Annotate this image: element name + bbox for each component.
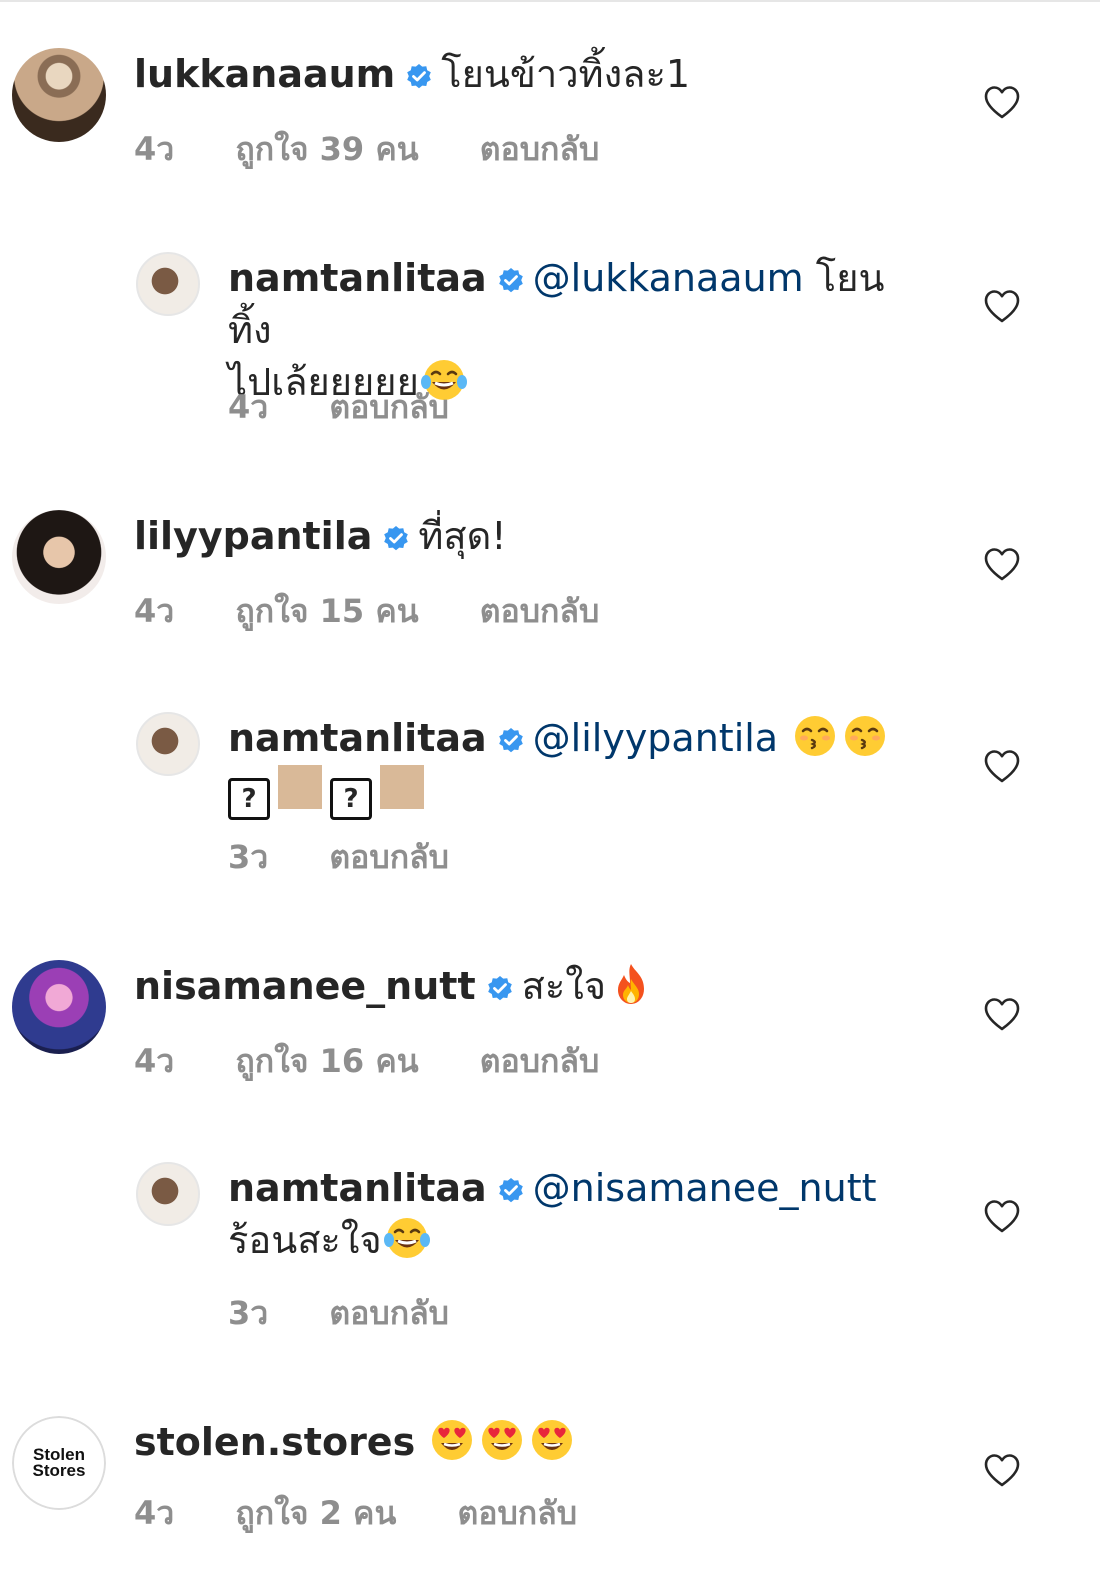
like-count[interactable]: ถูกใจ 39 คน [235, 130, 418, 168]
smiling-face-heart-eyes-icon [430, 1418, 474, 1462]
comment-time: 4ว [134, 130, 175, 168]
avatar[interactable] [136, 712, 200, 776]
verified-badge-icon [497, 266, 524, 294]
username[interactable]: lilyypantila [134, 514, 372, 558]
comment-text: ร้อนสะใจ [228, 1218, 382, 1262]
avatar[interactable] [12, 960, 106, 1054]
reply-button[interactable]: ตอบกลับ [329, 1294, 449, 1332]
verified-badge-icon [406, 62, 433, 90]
comment-meta: 3ว ตอบกลับ [228, 1288, 499, 1339]
username[interactable]: namtanlitaa [228, 716, 487, 760]
mention-link[interactable]: @lilyypantila [533, 716, 778, 760]
heart-outline-icon[interactable] [982, 82, 1022, 122]
comment-time: 3ว [228, 1294, 269, 1332]
comment-time: 4ว [228, 388, 269, 426]
skin-tone-swatch [278, 765, 322, 809]
like-count[interactable]: ถูกใจ 16 คน [235, 1042, 418, 1080]
comment-meta: 4ว ถูกใจ 16 คน ตอบกลับ [134, 1036, 649, 1087]
smiling-face-heart-eyes-icon [480, 1418, 524, 1462]
avatar[interactable] [12, 510, 106, 604]
avatar[interactable]: Stolen Stores [12, 1416, 106, 1510]
comment-text: โยนข้าวทิ้งละ1 [441, 52, 691, 96]
comment-time: 4ว [134, 1494, 175, 1532]
heart-outline-icon[interactable] [982, 286, 1022, 326]
comment-meta: 4ว ถูกใจ 39 คน ตอบกลับ [134, 124, 649, 175]
avatar[interactable] [136, 1162, 200, 1226]
top-divider [0, 0, 1100, 2]
comment-text: ที่สุด! [418, 514, 507, 558]
reply-button[interactable]: ตอบกลับ [480, 1042, 600, 1080]
kissing-face-smiling-eyes-icon [843, 714, 887, 758]
heart-outline-icon[interactable] [982, 746, 1022, 786]
like-count[interactable]: ถูกใจ 15 คน [235, 592, 418, 630]
reply-button[interactable]: ตอบกลับ [329, 388, 449, 426]
mention-link[interactable]: @lukkanaaum [533, 256, 804, 300]
heart-outline-icon[interactable] [982, 1450, 1022, 1490]
missing-glyph-box: ? [330, 778, 372, 820]
fire-icon [618, 964, 645, 1004]
username[interactable]: nisamanee_nutt [134, 964, 476, 1008]
username[interactable]: stolen.stores [134, 1420, 415, 1464]
heart-outline-icon[interactable] [982, 544, 1022, 584]
heart-outline-icon[interactable] [982, 1196, 1022, 1236]
verified-badge-icon [486, 974, 513, 1002]
comment-time: 4ว [134, 592, 175, 630]
comment-text: สะใจ [521, 964, 607, 1008]
username[interactable]: namtanlitaa [228, 256, 487, 300]
comment-meta: 4ว ตอบกลับ [228, 382, 499, 433]
reply-button[interactable]: ตอบกลับ [457, 1494, 577, 1532]
reply-button[interactable]: ตอบกลับ [480, 592, 600, 630]
face-with-tears-of-joy-icon [383, 1216, 430, 1260]
username[interactable]: lukkanaaum [134, 52, 395, 96]
stolen-stores-logo: Stolen Stores [12, 1416, 106, 1510]
reply-button[interactable]: ตอบกลับ [480, 130, 600, 168]
username[interactable]: namtanlitaa [228, 1166, 487, 1210]
reply-button[interactable]: ตอบกลับ [329, 838, 449, 876]
heart-outline-icon[interactable] [982, 994, 1022, 1034]
logo-text-line: Stores [32, 1461, 86, 1480]
avatar[interactable] [12, 48, 106, 142]
comment-meta: 4ว ถูกใจ 15 คน ตอบกลับ [134, 586, 649, 637]
comment-time: 4ว [134, 1042, 175, 1080]
missing-glyph-box: ? [228, 778, 270, 820]
kissing-face-smiling-eyes-icon [793, 714, 837, 758]
verified-badge-icon [383, 524, 410, 552]
comment-meta: 4ว ถูกใจ 2 คน ตอบกลับ [134, 1488, 627, 1539]
skin-tone-swatch [380, 765, 424, 809]
mention-link[interactable]: @nisamanee_nutt [533, 1166, 877, 1210]
verified-badge-icon [497, 1176, 524, 1204]
comment-time: 3ว [228, 838, 269, 876]
avatar[interactable] [136, 252, 200, 316]
like-count[interactable]: ถูกใจ 2 คน [235, 1494, 396, 1532]
verified-badge-icon [497, 726, 524, 754]
smiling-face-heart-eyes-icon [530, 1418, 574, 1462]
comment-meta: 3ว ตอบกลับ [228, 832, 499, 883]
